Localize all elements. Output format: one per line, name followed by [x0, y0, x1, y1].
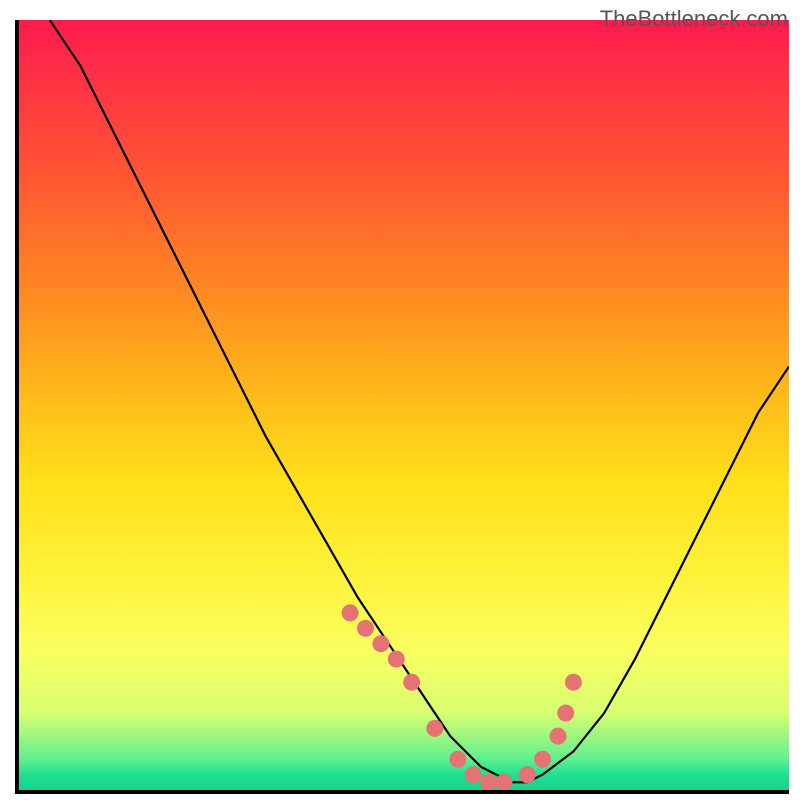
curve-marker: [403, 674, 420, 691]
curve-marker: [534, 751, 551, 768]
bottleneck-curve: [50, 20, 789, 782]
curve-marker: [388, 651, 405, 668]
curve-markers: [342, 604, 582, 790]
chart-svg: [19, 20, 789, 790]
curve-marker: [372, 635, 389, 652]
curve-marker: [565, 674, 582, 691]
curve-marker: [357, 620, 374, 637]
curve-marker: [342, 604, 359, 621]
bottleneck-chart: TheBottleneck.com: [0, 0, 800, 800]
curve-marker: [550, 728, 567, 745]
curve-marker: [449, 751, 466, 768]
curve-marker: [480, 774, 497, 790]
curve-marker: [519, 766, 536, 783]
curve-marker: [426, 720, 443, 737]
curve-marker: [557, 705, 574, 722]
curve-marker: [465, 766, 482, 783]
curve-marker: [496, 774, 513, 790]
attribution-text: TheBottleneck.com: [600, 6, 788, 32]
plot-area: [15, 20, 789, 794]
